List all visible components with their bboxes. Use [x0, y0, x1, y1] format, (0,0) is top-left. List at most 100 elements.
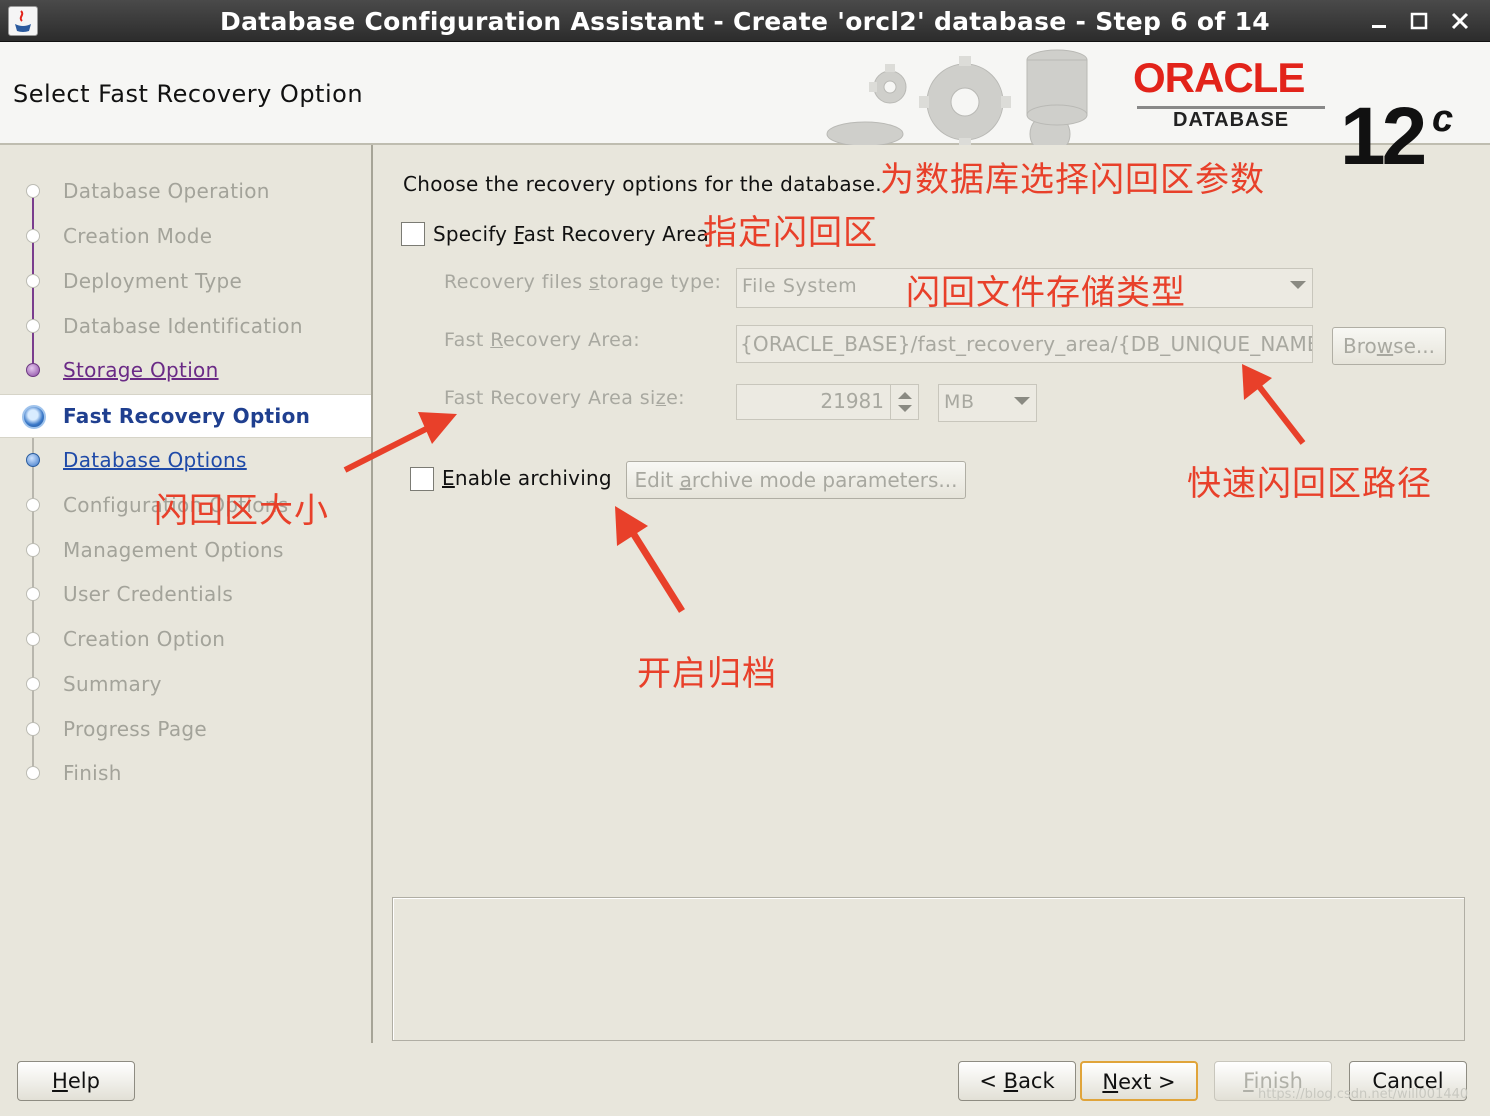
step-current-dot-icon: [22, 405, 46, 429]
fra-size-unit-value: MB: [944, 391, 975, 413]
fra-path-label: Fast Recovery Area:: [444, 329, 640, 351]
nav-step-creation-mode: Creation Mode: [0, 215, 371, 259]
chevron-down-icon: [1290, 281, 1306, 289]
label-text: <: [979, 1069, 1004, 1093]
fra-size-stepper[interactable]: 21981: [736, 384, 919, 420]
step-dot-icon: [26, 274, 40, 288]
watermark: https://blog.csdn.net/will001440: [1258, 1087, 1469, 1102]
fra-size-label: Fast Recovery Area size:: [444, 387, 685, 409]
annotation-archiving: 开启归档: [637, 654, 777, 694]
step-dot-icon: [26, 677, 40, 691]
chevron-up-icon: [898, 392, 912, 399]
step-dot-icon: [26, 587, 40, 601]
label-text: elp: [67, 1069, 100, 1093]
step-dot-icon: [26, 184, 40, 198]
annotation-fra-path: 快速闪回区路径: [1187, 464, 1432, 504]
nav-step-label: Deployment Type: [63, 269, 243, 293]
mnemonic-char: z: [655, 387, 667, 409]
nav-step-label: Management Options: [63, 538, 284, 562]
label-text: torage type:: [599, 271, 722, 293]
nav-step-label: Database Identification: [63, 314, 303, 338]
label-text: ext >: [1118, 1070, 1176, 1094]
next-button[interactable]: Next >: [1080, 1061, 1198, 1101]
mnemonic-char: N: [1102, 1070, 1119, 1094]
help-button[interactable]: Help: [17, 1061, 135, 1101]
nav-step-label: Finish: [63, 761, 122, 785]
gears-decoration-icon: [826, 49, 1088, 145]
oracle-logo: ORACLE DATABASE: [1133, 54, 1333, 134]
annotation-instruction: 为数据库选择闪回区参数: [880, 160, 1265, 200]
chevron-down-icon: [1014, 397, 1030, 405]
label-text: nable archiving: [454, 466, 612, 490]
label-text: ecovery Area:: [502, 329, 641, 351]
step-dot-icon: [26, 498, 40, 512]
maximize-icon[interactable]: [1408, 10, 1430, 32]
chevron-down-icon: [898, 405, 912, 412]
step-dot-icon: [26, 229, 40, 243]
enable-archiving-label[interactable]: Enable archiving: [442, 466, 612, 490]
nav-step-label[interactable]: Storage Option: [63, 358, 219, 382]
step-dot-icon: [26, 319, 40, 333]
nav-step-database-options[interactable]: Database Options: [0, 439, 371, 483]
mnemonic-char: F: [513, 222, 524, 246]
close-icon[interactable]: [1449, 10, 1471, 32]
oracle-wordmark: ORACLE: [1133, 54, 1305, 101]
nav-step-label: Database Operation: [63, 179, 270, 203]
back-button[interactable]: < Back: [958, 1061, 1076, 1101]
oracle-database-label: DATABASE: [1173, 109, 1290, 131]
nav-step-label: Progress Page: [63, 717, 208, 741]
fra-path-field[interactable]: {ORACLE_BASE}/fast_recovery_area/{DB_UNI…: [736, 325, 1313, 363]
mnemonic-char: s: [589, 271, 600, 293]
label-text: se...: [1393, 334, 1435, 358]
nav-step-fast-recovery-option: Fast Recovery Option: [0, 394, 371, 438]
specify-fra-label[interactable]: Specify Fast Recovery Area: [433, 222, 709, 246]
fra-size-unit-select[interactable]: MB: [938, 384, 1037, 422]
label-text: Recovery files: [444, 271, 590, 293]
label-text: Fast: [444, 329, 491, 351]
label-text: Edit: [634, 468, 680, 492]
nav-step-user-credentials: User Credentials: [0, 573, 371, 617]
enable-archiving-checkbox[interactable]: [410, 467, 434, 491]
browse-button[interactable]: Browse...: [1332, 327, 1446, 365]
annotation-specify-fra: 指定闪回区: [703, 213, 878, 253]
minimize-icon[interactable]: [1368, 10, 1390, 32]
version-suffix: c: [1432, 98, 1454, 140]
nav-step-storage-option[interactable]: Storage Option: [0, 349, 371, 393]
fra-size-value: 21981: [820, 389, 884, 413]
label-text: rchive mode parameters...: [691, 468, 958, 492]
edit-archive-params-button[interactable]: Edit archive mode parameters...: [626, 461, 966, 499]
stepper-arrows-icon[interactable]: [890, 385, 918, 419]
label-text: e:: [666, 387, 685, 409]
specify-fra-checkbox[interactable]: [401, 222, 425, 246]
mnemonic-char: B: [1003, 1069, 1019, 1093]
step-visited-dot-icon: [26, 363, 40, 377]
label-text: Specify: [433, 222, 514, 246]
nav-step-creation-option: Creation Option: [0, 618, 371, 662]
nav-step-label: Creation Option: [63, 627, 226, 651]
step-dot-icon: [26, 722, 40, 736]
nav-step-management-options: Management Options: [0, 529, 371, 573]
mnemonic-char: F: [1243, 1069, 1254, 1093]
nav-step-database-identification: Database Identification: [0, 305, 371, 349]
nav-step-label[interactable]: Database Options: [63, 448, 247, 472]
nav-step-summary: Summary: [0, 663, 371, 707]
storage-type-label: Recovery files storage type:: [444, 271, 721, 293]
page-title: Select Fast Recovery Option: [13, 80, 364, 108]
label-text: Fast Recovery Area si: [444, 387, 656, 409]
step-dot-icon: [26, 543, 40, 557]
storage-type-value: File System: [742, 275, 858, 297]
mnemonic-char: R: [490, 329, 503, 351]
step-link-dot-icon: [26, 453, 40, 467]
nav-step-finish: Finish: [0, 752, 371, 796]
annotation-storage-type: 闪回文件存储类型: [906, 273, 1186, 313]
page-header: Select Fast Recovery Option ORACLE DATAB…: [0, 42, 1490, 182]
mnemonic-char: w: [1376, 334, 1394, 358]
label-text: ack: [1018, 1069, 1055, 1093]
nav-step-label: Summary: [63, 672, 162, 696]
annotation-fra-size: 闪回区大小: [154, 491, 329, 531]
window-title: Database Configuration Assistant - Creat…: [220, 7, 1270, 36]
step-dot-icon: [26, 632, 40, 646]
footer-buttons: Help < Back Next > Finish Cancel: [0, 1043, 1490, 1116]
nav-step-database-operation: Database Operation: [0, 170, 371, 214]
nav-step-label: Fast Recovery Option: [63, 404, 311, 428]
